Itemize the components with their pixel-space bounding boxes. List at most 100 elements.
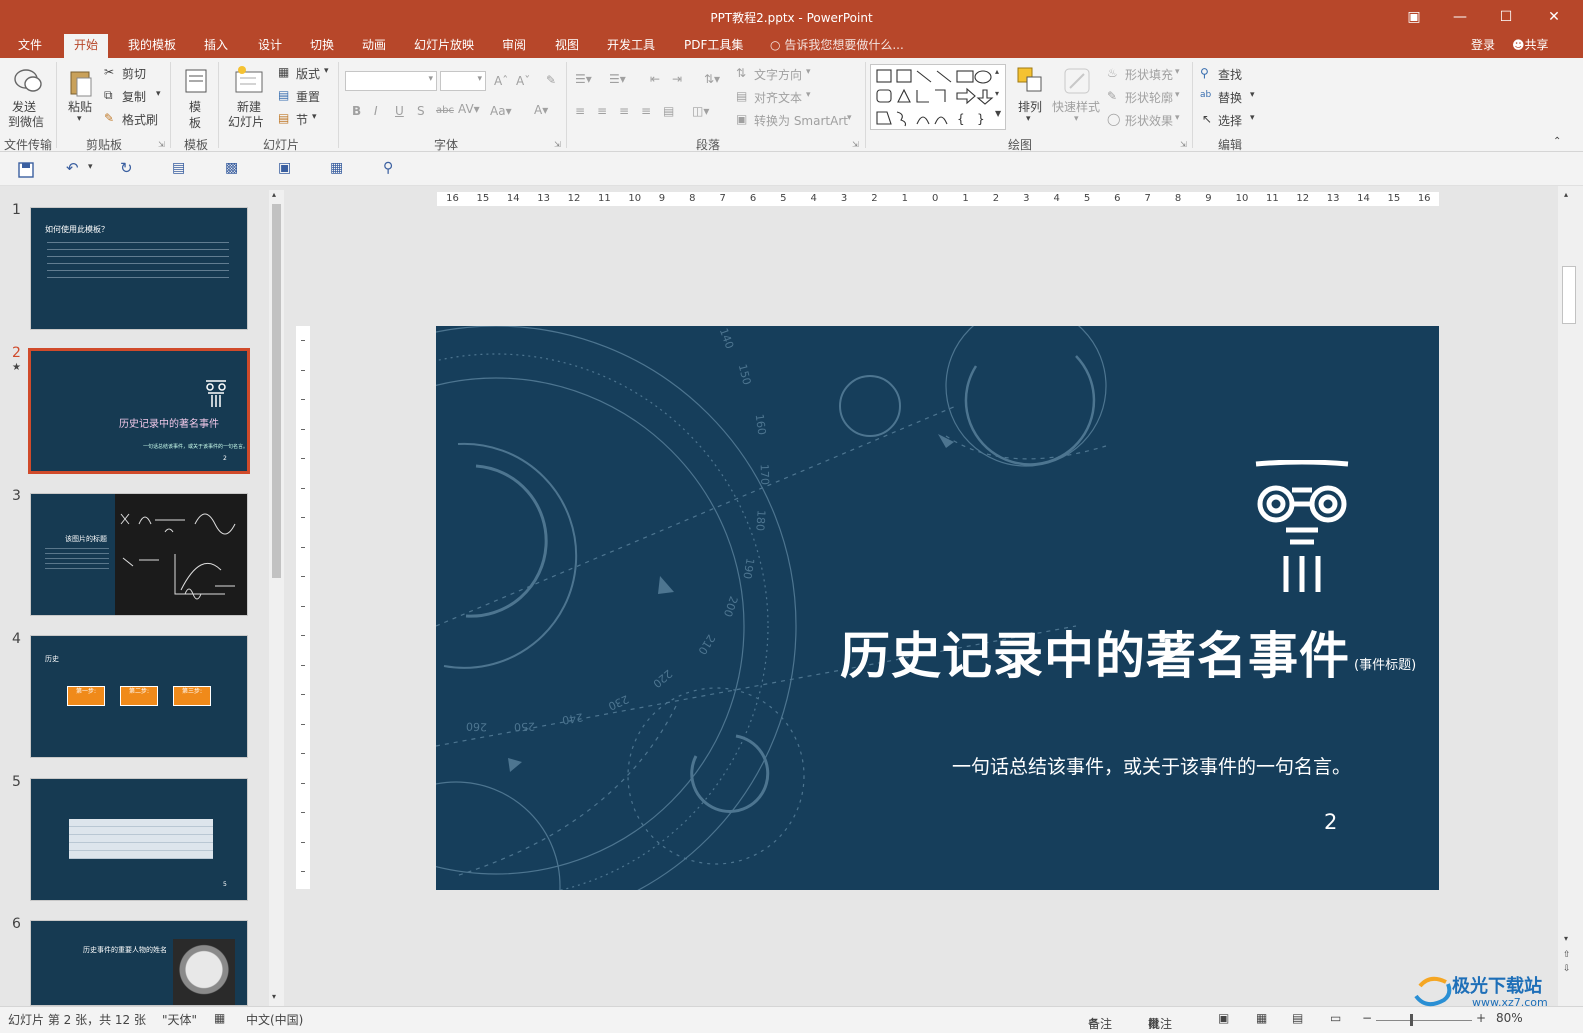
tab-home[interactable]: 开始 xyxy=(64,34,109,58)
scroll-down-icon[interactable]: ▾ xyxy=(1564,934,1568,943)
columns-icon[interactable]: ◫▾ xyxy=(692,104,709,118)
zoom-slider[interactable] xyxy=(1376,1020,1472,1021)
arrange-button[interactable]: 排列 ▾ xyxy=(1012,66,1048,132)
smartart-button[interactable]: ▣ 转换为 SmartArt ▾ xyxy=(736,112,860,130)
underline-button[interactable]: U xyxy=(395,104,404,118)
gallery-more-icon[interactable]: ▼ xyxy=(995,109,1001,118)
next-slide-icon[interactable]: ⇩ xyxy=(1563,964,1571,974)
slide-canvas[interactable]: 140 150 160 170 180 190 200 210 220 230 … xyxy=(436,326,1439,890)
tab-design[interactable]: 设计 xyxy=(258,34,282,58)
scroll-thumb[interactable] xyxy=(272,204,281,578)
thumbnail-scrollbar[interactable]: ▴ ▾ xyxy=(269,190,284,1006)
paste-button[interactable]: 粘贴 ▾ xyxy=(64,66,98,130)
font-color-icon[interactable]: A▾ xyxy=(534,103,548,117)
scroll-up-icon[interactable]: ▴ xyxy=(272,190,276,199)
shapes-gallery[interactable]: {} ▴ ▾ ▼ xyxy=(870,64,1006,130)
tell-me-search[interactable]: ○ 告诉我您想要做什么... xyxy=(770,34,904,58)
shape-fill-button[interactable]: ♨ 形状填充 ▾ xyxy=(1107,66,1185,84)
distributed-icon[interactable]: ▤ xyxy=(663,104,674,118)
new-slide-button[interactable]: 新建 幻灯片 xyxy=(226,64,274,130)
collapse-ribbon-icon[interactable]: ⌃ xyxy=(1553,136,1561,147)
close-button[interactable]: ✕ xyxy=(1532,4,1576,30)
presenter-icon[interactable]: ▦ xyxy=(330,160,343,176)
justify-icon[interactable]: ≡ xyxy=(641,104,651,118)
slide-subtitle[interactable]: 一句话总结该事件，或关于该事件的一句名言。 xyxy=(952,752,1351,779)
italic-button[interactable]: I xyxy=(374,104,378,118)
tab-pdf-tools[interactable]: PDF工具集 xyxy=(684,34,743,58)
shadow-button[interactable]: S xyxy=(417,104,425,118)
dialog-launcher-icon[interactable]: ⇲ xyxy=(852,140,859,149)
scroll-thumb[interactable] xyxy=(1562,266,1576,324)
dialog-launcher-icon[interactable]: ⇲ xyxy=(1180,140,1187,149)
slide-title-note[interactable]: (事件标题) xyxy=(1354,654,1416,673)
shape-outline-button[interactable]: ✎ 形状轮廓 ▾ xyxy=(1107,89,1185,107)
increase-indent-icon[interactable]: ⇥ xyxy=(672,72,682,86)
font-name-select[interactable]: ▾ xyxy=(345,71,437,91)
align-text-button[interactable]: ▤ 对齐文本 ▾ xyxy=(736,89,816,107)
spellcheck-icon[interactable]: ▦ xyxy=(214,1011,225,1025)
zoom-out-icon[interactable]: − xyxy=(1362,1011,1372,1025)
reading-view-icon[interactable]: ▤ xyxy=(1292,1011,1303,1025)
slide-thumbnail-4[interactable]: 历史 第一步: 第二步: 第三步: xyxy=(30,635,248,758)
slide-thumbnail-3[interactable]: 该图片的标题 xyxy=(30,493,248,616)
gallery-up-icon[interactable]: ▴ xyxy=(995,67,999,76)
increase-font-icon[interactable]: Aˆ xyxy=(494,74,508,88)
font-size-select[interactable]: ▾ xyxy=(440,71,486,91)
decrease-indent-icon[interactable]: ⇤ xyxy=(650,72,660,86)
tab-slideshow[interactable]: 幻灯片放映 xyxy=(414,34,474,58)
change-case-icon[interactable]: Aa▾ xyxy=(490,104,512,118)
tab-my-templates[interactable]: 我的模板 xyxy=(128,34,176,58)
send-to-wechat-button[interactable]: 发送 到微信 xyxy=(6,68,50,132)
replace-button[interactable]: ab 替换 ▾ xyxy=(1200,89,1260,107)
align-right-icon[interactable]: ≡ xyxy=(619,104,629,118)
minimize-button[interactable]: — xyxy=(1438,4,1482,30)
slide-page-number[interactable]: 2 xyxy=(1324,810,1337,834)
language-indicator[interactable]: 中文(中国) xyxy=(246,1011,303,1028)
slide-thumbnail-5[interactable]: 5 xyxy=(30,778,248,901)
tab-developer[interactable]: 开发工具 xyxy=(607,34,655,58)
maximize-button[interactable]: ☐ xyxy=(1484,4,1528,30)
slideshow-icon[interactable]: ▭ xyxy=(1330,1011,1341,1025)
normal-view-icon[interactable]: ▣ xyxy=(1218,1011,1229,1025)
char-spacing-icon[interactable]: AV▾ xyxy=(458,102,480,116)
save-icon[interactable] xyxy=(18,162,34,178)
slide-thumbnail-2[interactable]: 历史记录中的著名事件 一句话总结该事件，或关于该事件的一句名言。 2 xyxy=(28,348,250,474)
present-icon[interactable]: ▣ xyxy=(278,160,291,176)
select-button[interactable]: ↖ 选择 ▾ xyxy=(1200,112,1260,130)
slide-title[interactable]: 历史记录中的著名事件 xyxy=(840,616,1350,688)
tab-review[interactable]: 审阅 xyxy=(502,34,526,58)
bold-button[interactable]: B xyxy=(352,104,361,118)
slideshow-from-start-icon[interactable]: ▤ xyxy=(172,160,185,176)
tab-view[interactable]: 视图 xyxy=(555,34,579,58)
strikethrough-button[interactable]: abc xyxy=(436,105,454,116)
slide-thumbnail-6[interactable]: 历史事件的重要人物的姓名 xyxy=(30,920,248,1006)
text-direction-button[interactable]: ⇅ 文字方向 ▾ xyxy=(736,66,816,84)
gallery-down-icon[interactable]: ▾ xyxy=(995,89,999,98)
numbering-icon[interactable]: ☰▾ xyxy=(609,72,626,86)
zoom-slider-thumb[interactable] xyxy=(1410,1014,1413,1026)
dialog-launcher-icon[interactable]: ⇲ xyxy=(158,140,165,149)
tab-transitions[interactable]: 切换 xyxy=(310,34,334,58)
redo-icon[interactable]: ↻ xyxy=(120,159,133,177)
slide-sorter-icon[interactable]: ▦ xyxy=(1256,1011,1267,1025)
scroll-down-icon[interactable]: ▾ xyxy=(272,992,276,1001)
textbox-icon[interactable]: ▩ xyxy=(225,160,238,176)
dialog-launcher-icon[interactable]: ⇲ xyxy=(554,140,561,149)
tab-animations[interactable]: 动画 xyxy=(362,34,386,58)
share-button[interactable]: ☻共享 xyxy=(1512,34,1549,58)
clear-format-icon[interactable]: ✎ xyxy=(546,73,556,87)
shape-effect-button[interactable]: ◯ 形状效果 ▾ xyxy=(1107,112,1185,130)
line-spacing-icon[interactable]: ⇅▾ xyxy=(704,72,720,86)
undo-icon[interactable]: ↶ xyxy=(66,159,79,177)
editor-scrollbar[interactable]: ▴ ▾ ⇧ ⇩ xyxy=(1558,186,1583,1006)
copy-button[interactable]: ⧉ 复制 ▾ xyxy=(104,87,164,105)
slide-thumbnail-1[interactable]: 如何使用此模板？ xyxy=(30,207,248,330)
bullets-icon[interactable]: ☰▾ xyxy=(575,72,592,86)
ribbon-display-options-icon[interactable]: ▣ xyxy=(1392,4,1436,30)
layout-button[interactable]: ▦ 版式 ▾ xyxy=(278,64,334,82)
scroll-up-icon[interactable]: ▴ xyxy=(1564,190,1568,199)
quick-styles-button[interactable]: 快速样式 ▾ xyxy=(1052,66,1104,132)
align-left-icon[interactable]: ≡ xyxy=(575,104,585,118)
align-center-icon[interactable]: ≡ xyxy=(597,104,607,118)
template-button[interactable]: 模 板 xyxy=(180,66,212,130)
